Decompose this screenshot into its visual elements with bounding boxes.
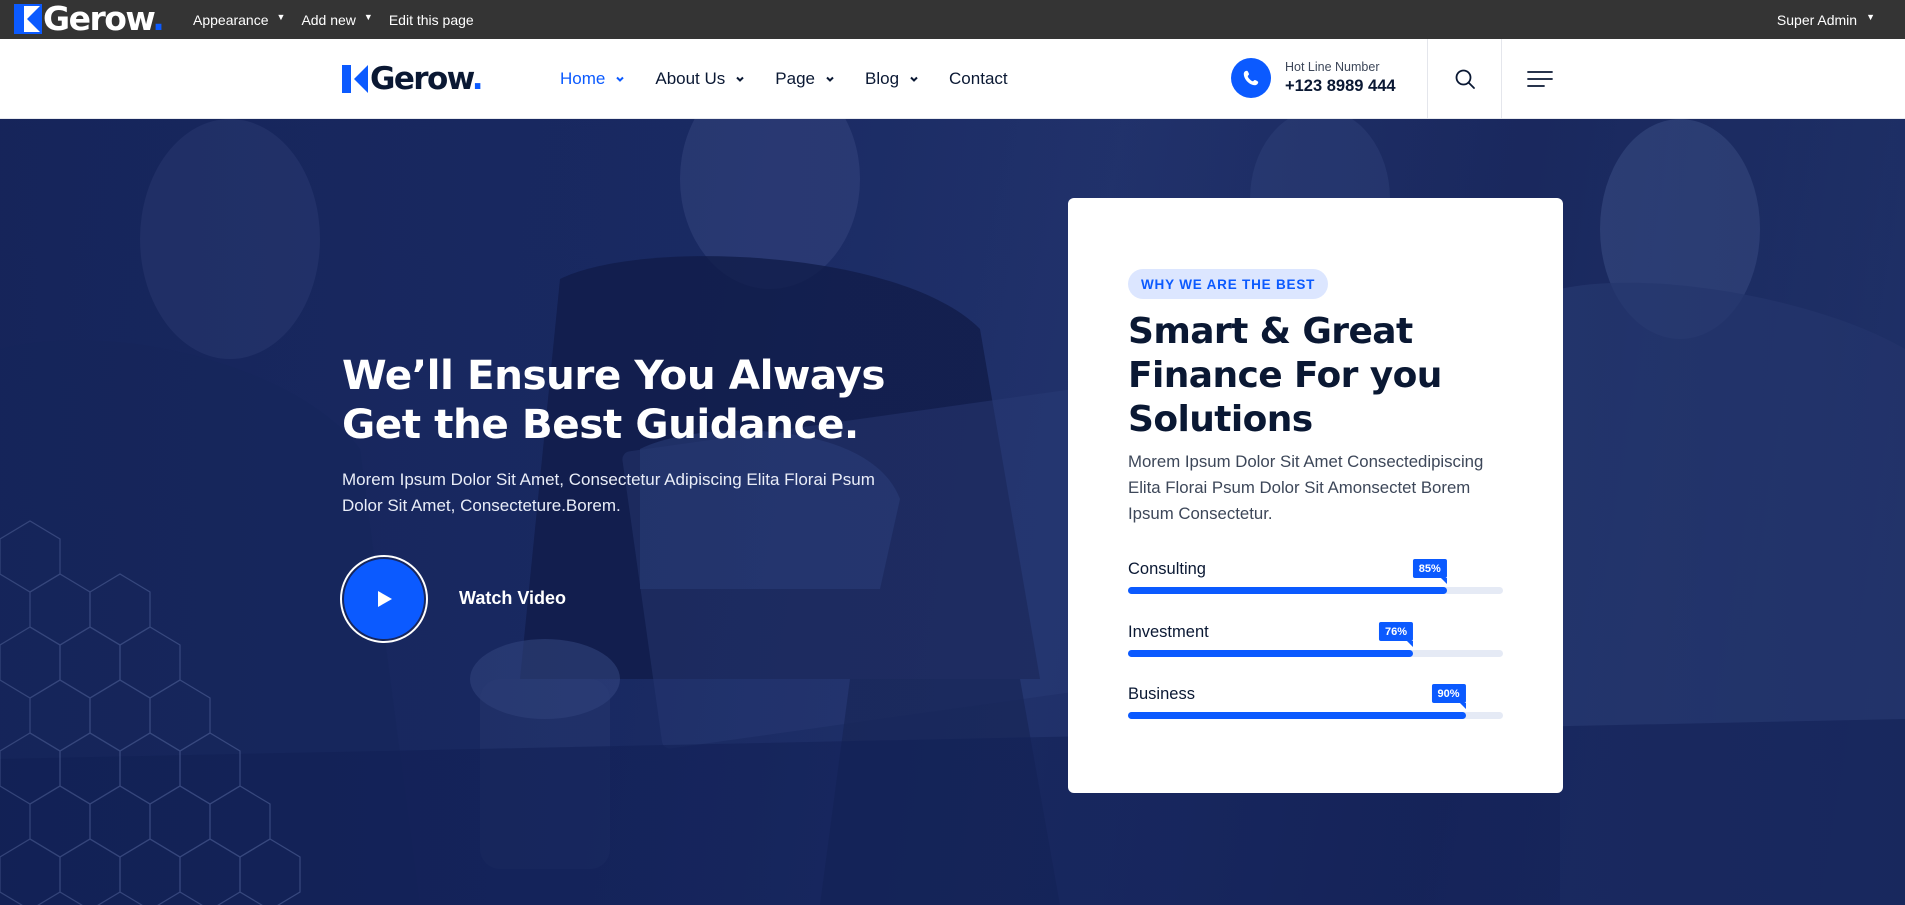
progress-track (1128, 650, 1503, 657)
admin-menu: Appearance ▼ Add new ▼ Edit this page (193, 0, 490, 39)
nav-item-label: About Us (655, 69, 726, 88)
skill-business: Business 90% (1128, 684, 1503, 725)
play-icon (378, 591, 392, 607)
hero-title: We’ll Ensure You Always Get the Best Gui… (342, 351, 886, 448)
progress-percent-label: 85% (1412, 559, 1447, 584)
nav-item-label: Home (560, 69, 606, 88)
chevron-down-icon (826, 76, 834, 82)
watch-video-link[interactable]: Watch Video (459, 588, 566, 609)
caret-down-icon: ▼ (363, 11, 373, 22)
admin-menu-label: Add new (301, 11, 356, 28)
nav-item-page[interactable]: Page (775, 69, 835, 89)
skill-investment: Investment 76% (1128, 622, 1503, 663)
nav-item-label: Blog (865, 69, 900, 88)
admin-logo-text: Gerow (43, 0, 154, 38)
progress-fill (1128, 587, 1447, 594)
admin-user-menu[interactable]: Super Admin ▼ (1777, 0, 1875, 39)
admin-user-name: Super Admin (1776, 11, 1858, 28)
phone-icon (1231, 58, 1271, 98)
admin-bar: Gerow. Appearance ▼ Add new ▼ Edit this … (0, 0, 1905, 39)
admin-menu-label: Appearance (193, 11, 269, 28)
nav-item-label: Contact (949, 69, 1008, 88)
play-video-button[interactable] (340, 555, 428, 643)
skill-name: Consulting (1128, 560, 1206, 578)
admin-menu-label: Edit this page (388, 11, 474, 28)
section-badge: WHY WE ARE THE BEST (1128, 269, 1329, 299)
progress-percent-label: 90% (1431, 684, 1466, 709)
admin-logo[interactable]: Gerow. (14, 0, 165, 38)
hotline-number: +123 8989 444 (1285, 76, 1396, 95)
skill-name: Investment (1128, 623, 1209, 641)
menu-icon[interactable] (1526, 67, 1554, 91)
skill-name: Business (1128, 685, 1195, 703)
nav-item-blog[interactable]: Blog (865, 69, 919, 89)
chevron-down-icon (616, 76, 625, 82)
admin-menu-edit-page[interactable]: Edit this page (389, 12, 474, 28)
progress-percent-label: 76% (1378, 622, 1414, 647)
card-description: Morem Ipsum Dolor Sit Amet Consectedipis… (1128, 452, 1484, 523)
hero-overlay (0, 119, 1905, 905)
hero-section: We’ll Ensure You Always Get the Best Gui… (0, 119, 1905, 905)
caret-down-icon: ▼ (1866, 11, 1875, 22)
progress-track (1128, 712, 1503, 719)
search-icon[interactable] (1453, 67, 1477, 91)
caret-down-icon: ▼ (276, 11, 286, 22)
main-nav: Home About Us Page Blog Contact (560, 39, 1038, 119)
chevron-down-icon (910, 76, 918, 82)
skill-consulting: Consulting 85% (1128, 559, 1503, 600)
chevron-down-icon (736, 76, 745, 82)
site-header: Gerow. Home About Us Page Blog Contact H… (0, 39, 1905, 119)
why-us-card: WHY WE ARE THE BEST Smart & Great Financ… (1068, 198, 1563, 793)
header-divider (1427, 39, 1428, 119)
header-divider (1501, 39, 1502, 119)
site-logo[interactable]: Gerow. (342, 61, 484, 97)
admin-logo-dot: . (152, 0, 165, 38)
card-title: Smart & Great Finance For you Solutions (1128, 311, 1442, 440)
hero-description: Morem Ipsum Dolor Sit Amet, Consectetur … (342, 470, 875, 515)
logo-mark-icon (342, 65, 368, 93)
admin-menu-add-new[interactable]: Add new ▼ (301, 12, 372, 28)
hotline-label: Hot Line Number (1285, 59, 1380, 74)
site-logo-text: Gerow (370, 61, 473, 97)
progress-fill (1128, 650, 1413, 657)
logo-mark-icon (14, 4, 42, 34)
hotline[interactable]: Hot Line Number +123 8989 444 (1231, 58, 1396, 98)
nav-item-home[interactable]: Home (560, 69, 625, 89)
nav-item-about-us[interactable]: About Us (655, 69, 745, 89)
nav-item-contact[interactable]: Contact (949, 69, 1008, 89)
admin-menu-appearance[interactable]: Appearance ▼ (193, 12, 285, 28)
progress-fill (1128, 712, 1466, 719)
progress-track (1128, 587, 1503, 594)
nav-item-label: Page (775, 69, 815, 88)
site-logo-dot: . (471, 61, 484, 97)
